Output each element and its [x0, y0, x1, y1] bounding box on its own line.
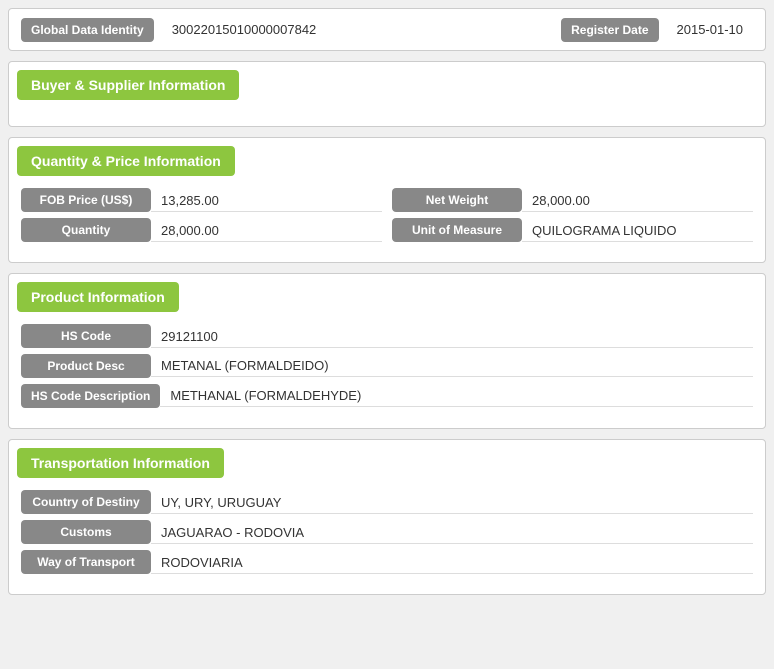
global-data-bar: Global Data Identity 3002201501000000784… [8, 8, 766, 51]
country-value: UY, URY, URUGUAY [151, 490, 753, 514]
hscode-desc-label: HS Code Description [21, 384, 160, 408]
buyer-supplier-header: Buyer & Supplier Information [17, 70, 239, 100]
transport-row: Way of Transport RODOVIARIA [21, 550, 753, 574]
transport-label: Way of Transport [21, 550, 151, 574]
unit-field: Unit of Measure QUILOGRAMA LIQUIDO [392, 218, 753, 242]
quantity-price-body: FOB Price (US$) 13,285.00 Net Weight 28,… [9, 184, 765, 252]
fob-label: FOB Price (US$) [21, 188, 151, 212]
customs-row: Customs JAGUARAO - RODOVIA [21, 520, 753, 544]
unit-value: QUILOGRAMA LIQUIDO [522, 218, 753, 242]
country-row: Country of Destiny UY, URY, URUGUAY [21, 490, 753, 514]
buyer-supplier-section: Buyer & Supplier Information [8, 61, 766, 127]
unit-label: Unit of Measure [392, 218, 522, 242]
netweight-label: Net Weight [392, 188, 522, 212]
buyer-supplier-body [9, 108, 765, 116]
transportation-header: Transportation Information [17, 448, 224, 478]
netweight-field: Net Weight 28,000.00 [392, 188, 753, 212]
fob-netweight-row: FOB Price (US$) 13,285.00 Net Weight 28,… [21, 188, 753, 212]
quantity-field: Quantity 28,000.00 [21, 218, 382, 242]
hscode-row: HS Code 29121100 [21, 324, 753, 348]
country-label: Country of Destiny [21, 490, 151, 514]
quantity-price-header: Quantity & Price Information [17, 146, 235, 176]
transportation-section: Transportation Information Country of De… [8, 439, 766, 595]
netweight-value: 28,000.00 [522, 188, 753, 212]
hscode-desc-value: METHANAL (FORMALDEHYDE) [160, 385, 753, 407]
global-data-label: Global Data Identity [21, 18, 154, 42]
product-desc-value: METANAL (FORMALDEIDO) [151, 355, 753, 377]
product-section: Product Information HS Code 29121100 Pro… [8, 273, 766, 429]
fob-value: 13,285.00 [151, 188, 382, 212]
hscode-value: 29121100 [151, 324, 753, 348]
product-desc-row: Product Desc METANAL (FORMALDEIDO) [21, 354, 753, 378]
customs-value: JAGUARAO - RODOVIA [151, 520, 753, 544]
transport-value: RODOVIARIA [151, 550, 753, 574]
register-date-label: Register Date [561, 18, 658, 42]
quantity-unit-row: Quantity 28,000.00 Unit of Measure QUILO… [21, 218, 753, 242]
register-section: Register Date 2015-01-10 [561, 17, 753, 42]
customs-label: Customs [21, 520, 151, 544]
quantity-label: Quantity [21, 218, 151, 242]
quantity-value: 28,000.00 [151, 218, 382, 242]
product-body: HS Code 29121100 Product Desc METANAL (F… [9, 320, 765, 418]
hscode-label: HS Code [21, 324, 151, 348]
product-header: Product Information [17, 282, 179, 312]
quantity-price-section: Quantity & Price Information FOB Price (… [8, 137, 766, 263]
global-data-value: 30022015010000007842 [162, 17, 561, 42]
fob-field: FOB Price (US$) 13,285.00 [21, 188, 382, 212]
register-date-value: 2015-01-10 [667, 17, 754, 42]
product-desc-label: Product Desc [21, 354, 151, 378]
transportation-body: Country of Destiny UY, URY, URUGUAY Cust… [9, 486, 765, 584]
hscode-desc-row: HS Code Description METHANAL (FORMALDEHY… [21, 384, 753, 408]
